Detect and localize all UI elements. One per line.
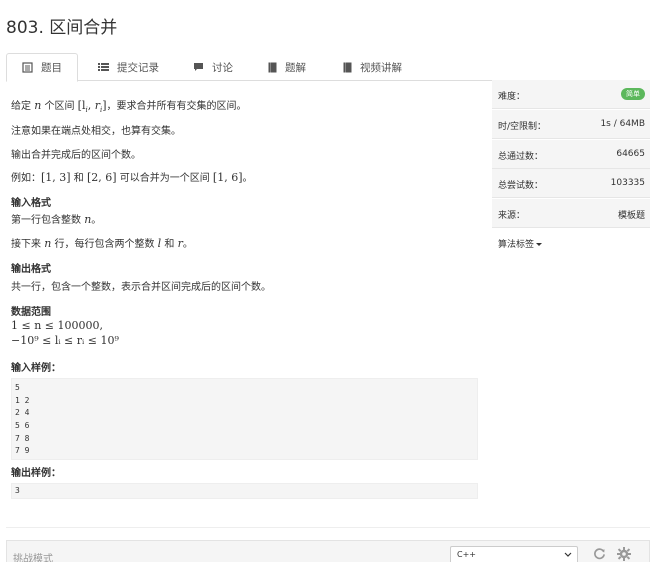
limit-label: 时/空限制： <box>498 122 547 132</box>
code-line: 7 8 <box>15 433 30 443</box>
book-icon <box>22 62 33 73</box>
tab-label: 题目 <box>41 62 62 74</box>
tried-value: 103335 <box>610 178 645 188</box>
code-line: 7 9 <box>15 446 30 456</box>
code-line: 5 6 <box>15 421 30 431</box>
passed-value: 64665 <box>616 149 645 159</box>
code-line: 3 <box>15 486 20 495</box>
description-line-3: 输出合并完成后的区间个数。 <box>11 150 141 161</box>
limit-row: 时/空限制： 1s / 64MB <box>492 110 650 139</box>
tab-discussion[interactable]: 讨论 <box>193 53 233 81</box>
source-value: 模板题 <box>617 211 645 221</box>
output-format-line-1: 共一行，包含一个整数，表示合并区间完成后的区间个数。 <box>11 282 271 293</box>
tab-label: 题解 <box>285 61 306 74</box>
sample-input-heading: 输入样例： <box>11 363 61 374</box>
passed-row: 总通过数： 64665 <box>492 140 650 169</box>
algorithm-tags-label: 算法标签 <box>498 240 535 250</box>
sample-output-heading: 输出样例： <box>11 468 61 479</box>
tried-label: 总尝试数： <box>498 181 544 191</box>
limit-value: 1s / 64MB <box>600 119 645 129</box>
tab-label: 讨论 <box>212 61 233 74</box>
gear-icon[interactable] <box>617 547 631 562</box>
output-format-heading: 输出格式 <box>11 264 51 275</box>
problem-tabs: 题目 提交记录 讨论 题解 视频讲解 <box>6 53 650 82</box>
tab-submissions[interactable]: 提交记录 <box>98 53 159 81</box>
book-icon <box>268 62 277 73</box>
chevron-down-icon <box>564 551 572 560</box>
tab-label: 视频讲解 <box>360 61 402 74</box>
tried-row: 总尝试数： 103335 <box>492 169 650 198</box>
code-line: 2 4 <box>15 408 30 418</box>
input-format-heading: 输入格式 <box>11 198 51 209</box>
divider <box>6 527 650 528</box>
problem-title: 803. 区间合并 <box>6 18 118 38</box>
list-icon <box>98 62 109 72</box>
example-line: 例如：[1, 3] 和 [2, 6] 可以合并为一个区间 [1, 6]。 <box>11 171 253 184</box>
tab-label: 提交记录 <box>117 61 159 74</box>
sample-input-box[interactable]: 5 1 2 2 4 5 6 7 8 7 9 <box>11 378 478 460</box>
description-line-2: 注意如果在端点处相交，也算有交集。 <box>11 126 181 137</box>
tab-solutions[interactable]: 题解 <box>268 53 306 81</box>
code-line: 1 2 <box>15 395 30 405</box>
description-line-1: 给定 n 个区间 [li, ri]，要求合并所有有交集的区间。 <box>11 99 247 115</box>
caret-down-icon <box>536 243 543 246</box>
refresh-icon[interactable] <box>593 547 606 562</box>
comment-icon <box>193 62 204 72</box>
data-range-line-1: 1 ≤ n ≤ 100000, <box>11 319 103 332</box>
input-format-line-1: 第一行包含整数 n。 <box>11 213 102 226</box>
language-value: C++ <box>457 550 476 559</box>
passed-label: 总通过数： <box>498 152 544 162</box>
input-format-line-2: 接下来 n 行，每行包含两个整数 l 和 r。 <box>11 237 193 250</box>
difficulty-badge: 简单 <box>621 88 645 100</box>
code-line: 5 <box>15 383 20 392</box>
challenge-mode-label: 挑战模式 <box>13 554 53 562</box>
source-row: 来源： 模板题 <box>492 199 650 228</box>
tab-video[interactable]: 视频讲解 <box>343 53 402 81</box>
algorithm-tags-toggle[interactable]: 算法标签 <box>492 229 650 258</box>
difficulty-label: 难度： <box>498 92 526 102</box>
data-range-line-2: −10⁹ ≤ lᵢ ≤ rᵢ ≤ 10⁹ <box>11 334 119 347</box>
sample-output-box[interactable]: 3 <box>11 483 478 499</box>
tab-problem[interactable]: 题目 <box>6 53 78 82</box>
source-label: 来源： <box>498 211 526 221</box>
video-book-icon <box>343 62 352 73</box>
language-select[interactable]: C++ <box>450 546 578 562</box>
difficulty-row: 难度： 简单 <box>492 80 650 109</box>
editor-toolbar: 挑战模式 C++ <box>6 540 650 562</box>
data-range-heading: 数据范围 <box>11 307 51 318</box>
